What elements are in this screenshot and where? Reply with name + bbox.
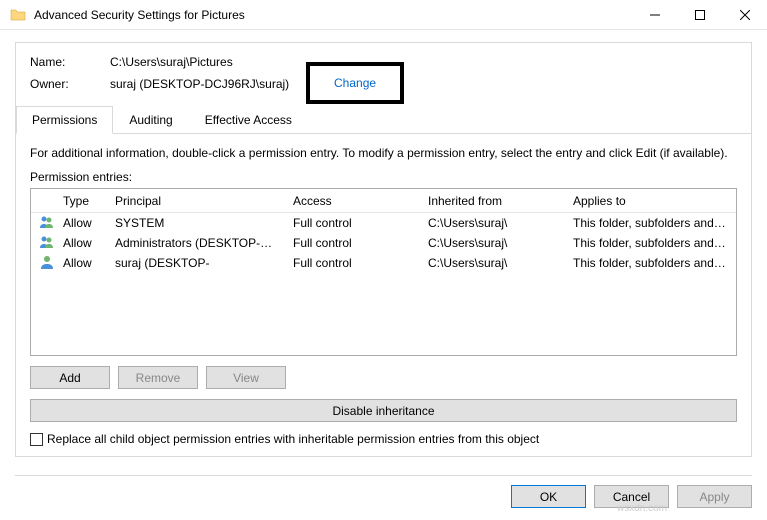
minimize-button[interactable]	[632, 0, 677, 30]
owner-label: Owner:	[30, 77, 110, 91]
add-button[interactable]: Add	[30, 366, 110, 389]
view-button[interactable]: View	[206, 366, 286, 389]
name-value: C:\Users\suraj\Pictures	[110, 55, 233, 69]
disable-inheritance-button[interactable]: Disable inheritance	[30, 399, 737, 422]
owner-value: suraj (DESKTOP-DCJ96RJ\suraj)	[110, 77, 289, 91]
window-title: Advanced Security Settings for Pictures	[34, 8, 632, 22]
tab-effective-access[interactable]: Effective Access	[189, 106, 308, 134]
cell-inherited: C:\Users\suraj\	[420, 256, 565, 270]
titlebar: Advanced Security Settings for Pictures	[0, 0, 767, 30]
col-principal[interactable]: Principal	[107, 194, 285, 208]
entries-label: Permission entries:	[30, 170, 737, 184]
table-row[interactable]: AllowSYSTEMFull controlC:\Users\suraj\Th…	[31, 213, 736, 233]
change-owner-link[interactable]: Change	[334, 76, 376, 90]
cell-inherited: C:\Users\suraj\	[420, 216, 565, 230]
divider	[15, 475, 752, 476]
close-button[interactable]	[722, 0, 767, 30]
cell-principal: SYSTEM	[107, 216, 285, 230]
remove-button[interactable]: Remove	[118, 366, 198, 389]
folder-icon	[10, 7, 26, 23]
table-header: Type Principal Access Inherited from App…	[31, 189, 736, 213]
name-label: Name:	[30, 55, 110, 69]
cell-type: Allow	[55, 256, 107, 270]
cell-access: Full control	[285, 236, 420, 250]
cell-principal: Administrators (DESKTOP-DC...	[107, 236, 285, 250]
apply-button[interactable]: Apply	[677, 485, 752, 508]
cancel-button[interactable]: Cancel	[594, 485, 669, 508]
info-text: For additional information, double-click…	[30, 146, 737, 160]
tab-permissions[interactable]: Permissions	[16, 106, 113, 134]
col-applies[interactable]: Applies to	[565, 194, 736, 208]
col-access[interactable]: Access	[285, 194, 420, 208]
main-panel: Name: C:\Users\suraj\Pictures Owner: sur…	[15, 42, 752, 457]
cell-principal: suraj (DESKTOP-	[107, 256, 285, 270]
group-icon	[39, 214, 55, 230]
tab-auditing[interactable]: Auditing	[113, 106, 188, 134]
col-type[interactable]: Type	[55, 194, 107, 208]
ok-button[interactable]: OK	[511, 485, 586, 508]
table-row[interactable]: Allowsuraj (DESKTOP-Full controlC:\Users…	[31, 253, 736, 273]
change-highlight-box: Change	[306, 62, 404, 104]
cell-applies: This folder, subfolders and files	[565, 256, 736, 270]
table-row[interactable]: AllowAdministrators (DESKTOP-DC...Full c…	[31, 233, 736, 253]
col-inherited[interactable]: Inherited from	[420, 194, 565, 208]
cell-type: Allow	[55, 236, 107, 250]
group-icon	[39, 234, 55, 250]
user-icon	[39, 254, 55, 270]
cell-inherited: C:\Users\suraj\	[420, 236, 565, 250]
replace-children-label: Replace all child object permission entr…	[47, 432, 539, 446]
cell-applies: This folder, subfolders and files	[565, 236, 736, 250]
replace-children-checkbox[interactable]	[30, 433, 43, 446]
cell-access: Full control	[285, 256, 420, 270]
tabs: Permissions Auditing Effective Access	[16, 105, 751, 134]
cell-access: Full control	[285, 216, 420, 230]
maximize-button[interactable]	[677, 0, 722, 30]
permission-entries-list[interactable]: Type Principal Access Inherited from App…	[30, 188, 737, 356]
cell-type: Allow	[55, 216, 107, 230]
cell-applies: This folder, subfolders and files	[565, 216, 736, 230]
